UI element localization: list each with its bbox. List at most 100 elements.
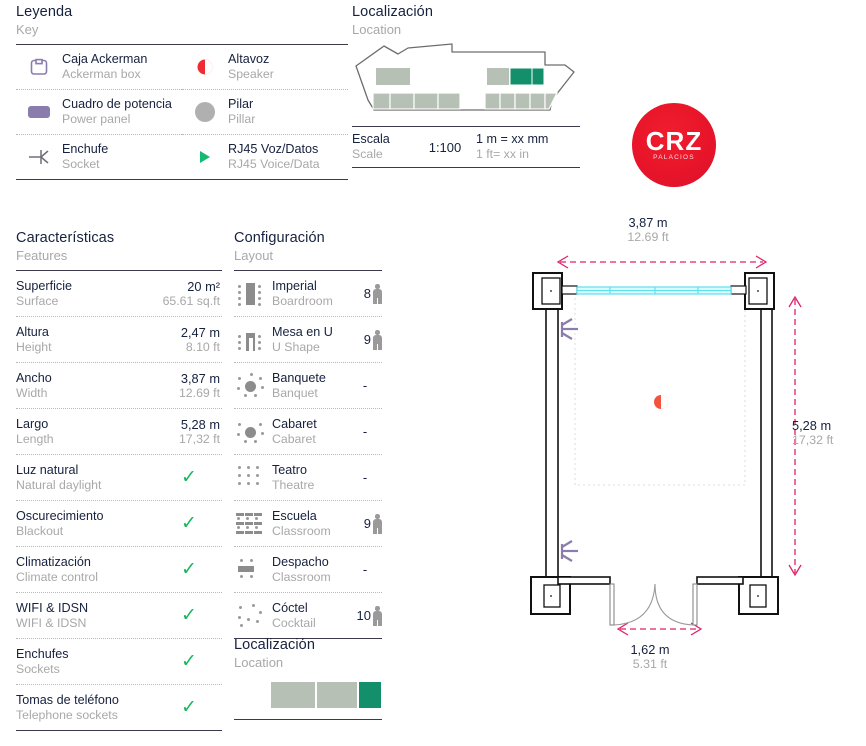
feature-label-en: Width [16,385,48,400]
feature-value: 2,47 m 8.10 ft [181,325,222,355]
length-dimension-label: 5,28 m 17,32 ft [792,418,866,448]
legend-item-rj45: RJ45 Voz/Datos RJ45 Voice/Data [182,135,348,179]
layout-capacity: 10 [348,606,382,626]
layout-row: Teatro Theatre - [234,455,382,500]
feature-check-icon: ✓ [181,512,197,534]
feature-label: Largo Length [16,417,54,447]
feature-check-icon: ✓ [181,558,197,580]
feature-value: 3,87 m 12.69 ft [179,371,222,401]
feature-label-es: Oscurecimiento [16,508,104,523]
layout-label-en: Banquet [272,385,318,400]
rj45-icon [182,149,228,165]
layout-label: Teatro Theatre [268,463,348,493]
layout-capacity-value: 9 [363,516,371,531]
feature-label: Oscurecimiento Blackout [16,509,104,539]
feature-label-es: Enchufes [16,646,69,661]
layout-label-en: Boardroom [272,293,333,308]
door-metric: 1,62 m [630,642,670,657]
width-metric: 3,87 m [628,215,668,230]
venue-floor-map [352,38,580,126]
feature-label: Tomas de teléfono Telephone sockets [16,693,119,723]
layout-label-en: Cabaret [272,431,316,446]
layout-row: Despacho Classroom - [234,547,382,592]
legend-item-speaker: Altavoz Speaker [182,45,348,89]
cocktail-icon [234,601,268,631]
feature-row: Ancho Width 3,87 m 12.69 ft [16,363,222,408]
office-icon [234,555,268,585]
layout-capacity-value: 10 [356,608,371,623]
layout-label-es: Mesa en U [272,324,333,339]
layout-capacity-value: - [362,378,368,393]
person-icon [373,606,382,626]
layout-label: Cabaret Cabaret [268,417,348,447]
length-metric: 5,28 m [792,418,832,433]
feature-row: Superficie Surface 20 m² 65.61 sq.ft [16,271,222,316]
layout-capacity-value: 8 [363,286,371,301]
legend-label-en: Ackerman box [62,67,141,81]
feature-check-icon: ✓ [181,466,197,488]
layout-capacity-value: - [362,424,368,439]
ackerman-box-icon [16,58,62,76]
feature-row: WIFI & IDSN WIFI & IDSN ✓ [16,593,222,638]
features-list: Superficie Surface 20 m² 65.61 sq.ft Altura H… [16,271,222,730]
legend-grid: Caja Ackerman Ackerman box Cuadro de pot… [16,45,348,179]
layout-capacity: 9 [348,514,382,534]
feature-row: Altura Height 2,47 m 8.10 ft [16,317,222,362]
feature-label: Ancho Width [16,371,52,401]
floorplan-drawing [530,255,802,732]
layout-label: Imperial Boardroom [268,279,348,309]
layout-capacity-value: - [362,470,368,485]
feature-value-metric: 5,28 m [180,416,220,432]
layout-label-es: Escuela [272,508,317,523]
scale-label: Escala [352,132,390,146]
feature-label: Luz natural Natural daylight [16,463,101,493]
feature-row: Enchufes Sockets ✓ [16,639,222,684]
legend-label-en: Power panel [62,112,131,126]
feature-label: Enchufes Sockets [16,647,69,677]
feature-label-es: Altura [16,324,49,339]
legend-label-es: Enchufe [62,142,109,156]
layout-capacity: - [348,424,382,439]
feature-label-en: Height [16,339,52,354]
features-title: Características [16,230,115,246]
classroom-icon [234,509,268,539]
width-imperial: 12.69 ft [627,230,669,244]
feature-label-en: Surface [16,293,59,308]
theatre-icon [234,463,268,493]
legend-label-es: Cuadro de potencia [62,97,172,111]
feature-check-icon: ✓ [181,604,197,626]
speaker-icon [182,58,228,76]
location-title: Localización [352,4,433,20]
crz-logo: CRZ PALACIOS [632,103,716,187]
power-panel-icon [16,104,62,120]
floor-segment-active [358,681,382,709]
legend-item-ackerman-box: Caja Ackerman Ackerman box [16,45,182,89]
legend-item-pillar: Pilar Pillar [182,90,348,134]
legend-label-en: RJ45 Voice/Data [228,157,320,171]
layout-label: Mesa en UU Shape [268,325,348,355]
feature-row: Luz natural Natural daylight ✓ [16,455,222,500]
location-panel-bottom: Localización Location [234,637,382,720]
feature-value-metric: 3,87 m [180,370,220,386]
layout-label-es: Imperial [272,278,317,293]
legend-bottom-rule [16,179,348,180]
layout-capacity: - [348,378,382,393]
legend-label-es: Caja Ackerman [62,52,148,66]
feature-label-en: Climate control [16,569,99,584]
legend-label-en: Pillar [228,112,256,126]
room-floorplan: 3,87 m 12.69 ft 5,28 m 17,32 ft 1,62 m 5… [500,215,866,732]
feature-label-es: Tomas de teléfono [16,692,119,707]
layout-capacity: - [348,470,382,485]
layout-label-en: Theatre [272,477,315,492]
feature-check-icon: ✓ [181,650,197,672]
feature-value-imperial: 65.61 sq.ft [162,293,220,308]
feature-label-en: WIFI & IDSN [16,615,87,630]
location-bottom-rule [234,719,382,720]
location-title-en: Location [352,22,402,37]
layout-label-es: Despacho [272,554,329,569]
logo-text: CRZ [645,125,703,156]
scale-conversion-metric: 1 m = xx mm [476,132,549,146]
legend-label-en: Speaker [228,67,274,81]
feature-label-en: Length [16,431,54,446]
layout-label-es: Banquete [272,370,326,385]
